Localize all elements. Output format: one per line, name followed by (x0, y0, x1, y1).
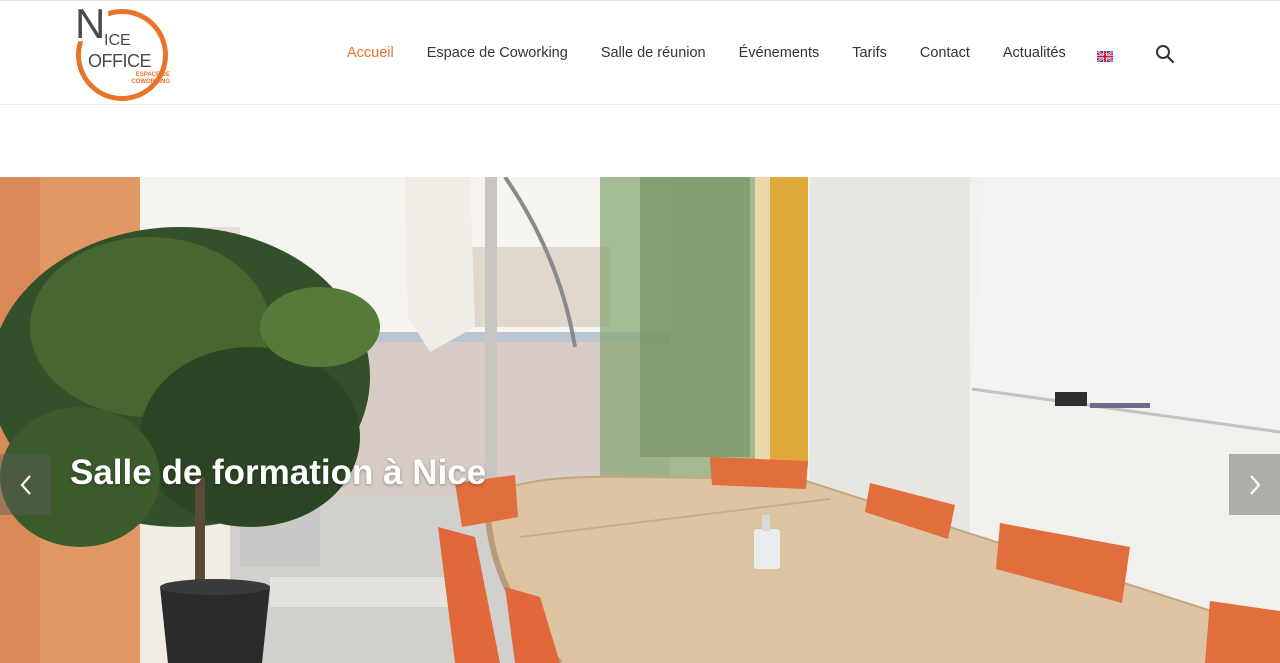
search-icon[interactable] (1155, 44, 1175, 64)
nav-item-salle-reunion[interactable]: Salle de réunion (601, 45, 706, 61)
hero-slider: Salle de formation à Nice (0, 177, 1280, 663)
nav-item-tarifs[interactable]: Tarifs (852, 45, 887, 61)
nav-item-contact[interactable]: Contact (920, 45, 970, 61)
nice-office-logo[interactable]: N ICE OFFICE ESPACE DE COWORKING (72, 0, 172, 101)
nav-item-evenements[interactable]: Événements (739, 45, 820, 61)
logo-subtitle: ESPACE DE COWORKING (131, 72, 170, 85)
nav-item-actualites[interactable]: Actualités (1003, 45, 1066, 61)
uk-flag-icon[interactable] (1096, 49, 1114, 63)
logo-office: OFFICE (88, 51, 152, 71)
hero-image (0, 177, 1280, 663)
chevron-right-icon (1249, 474, 1260, 495)
chevron-left-icon (20, 474, 31, 495)
hero-title: Salle de formation à Nice (70, 453, 487, 492)
site-header: N ICE OFFICE ESPACE DE COWORKING Accueil… (0, 0, 1280, 105)
nav-item-espace-coworking[interactable]: Espace de Coworking (427, 45, 568, 61)
nav-item-accueil[interactable]: Accueil (347, 45, 394, 61)
slider-prev-button[interactable] (0, 454, 51, 515)
slider-next-button[interactable] (1229, 454, 1280, 515)
logo-ice: ICE (104, 32, 131, 49)
main-nav: Accueil Espace de Coworking Salle de réu… (347, 43, 1099, 63)
logo-letter-n: N (75, 0, 105, 47)
